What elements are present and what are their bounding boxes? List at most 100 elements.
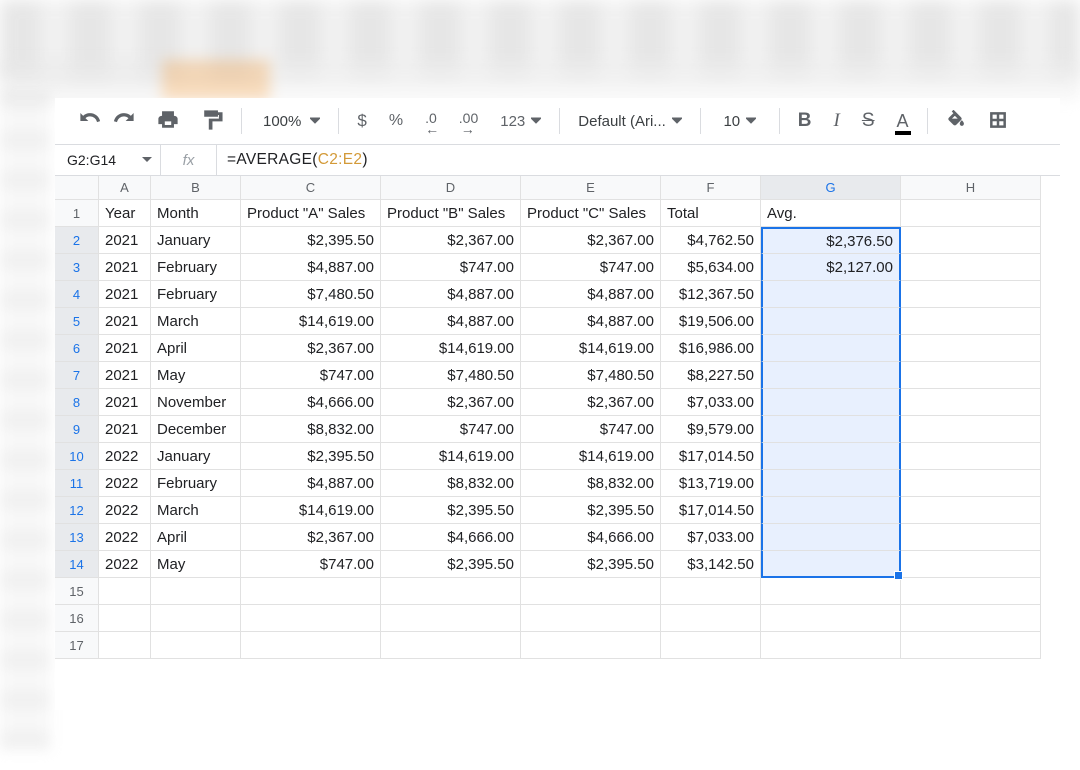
- cell[interactable]: $14,619.00: [381, 443, 521, 470]
- cell[interactable]: $8,227.50: [661, 362, 761, 389]
- cell[interactable]: $2,127.00: [761, 254, 901, 281]
- header-cell[interactable]: Avg.: [761, 200, 901, 227]
- cell[interactable]: [901, 308, 1041, 335]
- cell[interactable]: $2,367.00: [381, 227, 521, 254]
- cell[interactable]: $747.00: [521, 416, 661, 443]
- cell[interactable]: $2,367.00: [241, 335, 381, 362]
- cell[interactable]: $2,367.00: [241, 524, 381, 551]
- cell[interactable]: $2,395.50: [241, 443, 381, 470]
- cell[interactable]: $2,367.00: [381, 389, 521, 416]
- column-header[interactable]: A: [99, 176, 151, 200]
- row-header[interactable]: 5: [55, 308, 99, 335]
- cell[interactable]: [521, 578, 661, 605]
- paint-format-button[interactable]: [195, 104, 229, 139]
- cell[interactable]: $8,832.00: [381, 470, 521, 497]
- column-header[interactable]: E: [521, 176, 661, 200]
- cell[interactable]: [151, 578, 241, 605]
- row-header[interactable]: 8: [55, 389, 99, 416]
- cell[interactable]: March: [151, 497, 241, 524]
- cell[interactable]: $7,480.50: [381, 362, 521, 389]
- row-header[interactable]: 14: [55, 551, 99, 578]
- row-header[interactable]: 1: [55, 200, 99, 227]
- cell[interactable]: [761, 443, 901, 470]
- cell[interactable]: $4,666.00: [241, 389, 381, 416]
- cell[interactable]: $2,376.50: [761, 227, 901, 254]
- cell[interactable]: [901, 632, 1041, 659]
- cell[interactable]: $4,762.50: [661, 227, 761, 254]
- cell[interactable]: $19,506.00: [661, 308, 761, 335]
- cell[interactable]: April: [151, 335, 241, 362]
- cell[interactable]: $14,619.00: [521, 335, 661, 362]
- cell[interactable]: May: [151, 362, 241, 389]
- cell[interactable]: February: [151, 281, 241, 308]
- cell[interactable]: $747.00: [241, 362, 381, 389]
- cell[interactable]: April: [151, 524, 241, 551]
- formula-bar[interactable]: =AVERAGE(C2:E2): [217, 145, 1060, 175]
- cell[interactable]: $4,887.00: [241, 470, 381, 497]
- cell[interactable]: [99, 578, 151, 605]
- cell[interactable]: $17,014.50: [661, 497, 761, 524]
- cell[interactable]: $747.00: [381, 254, 521, 281]
- cell[interactable]: [901, 362, 1041, 389]
- cell[interactable]: January: [151, 443, 241, 470]
- column-header[interactable]: F: [661, 176, 761, 200]
- cell[interactable]: [901, 416, 1041, 443]
- font-size-dropdown[interactable]: 10: [713, 108, 767, 135]
- spreadsheet-grid[interactable]: ABCDEFGH1YearMonthProduct "A" SalesProdu…: [55, 176, 1060, 659]
- cell[interactable]: [521, 632, 661, 659]
- row-header[interactable]: 15: [55, 578, 99, 605]
- cell[interactable]: [151, 605, 241, 632]
- row-header[interactable]: 4: [55, 281, 99, 308]
- cell[interactable]: February: [151, 470, 241, 497]
- cell[interactable]: March: [151, 308, 241, 335]
- cell[interactable]: 2021: [99, 254, 151, 281]
- decrease-decimal-button[interactable]: .0←: [419, 108, 443, 134]
- cell[interactable]: $4,666.00: [381, 524, 521, 551]
- cell[interactable]: $2,367.00: [521, 227, 661, 254]
- row-header[interactable]: 12: [55, 497, 99, 524]
- cell[interactable]: [761, 470, 901, 497]
- cell[interactable]: 2021: [99, 335, 151, 362]
- format-currency-button[interactable]: $: [351, 106, 372, 136]
- cell[interactable]: $2,395.50: [241, 227, 381, 254]
- cell[interactable]: $14,619.00: [241, 308, 381, 335]
- cell[interactable]: January: [151, 227, 241, 254]
- header-cell[interactable]: [901, 200, 1041, 227]
- cell[interactable]: [761, 362, 901, 389]
- cell[interactable]: [761, 308, 901, 335]
- column-header[interactable]: H: [901, 176, 1041, 200]
- cell[interactable]: [901, 497, 1041, 524]
- cell[interactable]: [241, 578, 381, 605]
- redo-button[interactable]: [107, 104, 141, 139]
- cell[interactable]: 2022: [99, 551, 151, 578]
- cell[interactable]: $7,033.00: [661, 524, 761, 551]
- cell[interactable]: $7,033.00: [661, 389, 761, 416]
- undo-button[interactable]: [73, 104, 107, 139]
- row-header[interactable]: 13: [55, 524, 99, 551]
- cell[interactable]: $4,887.00: [381, 308, 521, 335]
- cell[interactable]: $4,887.00: [381, 281, 521, 308]
- cell[interactable]: [99, 632, 151, 659]
- cell[interactable]: $9,579.00: [661, 416, 761, 443]
- cell[interactable]: [901, 389, 1041, 416]
- cell[interactable]: 2021: [99, 362, 151, 389]
- cell[interactable]: [901, 254, 1041, 281]
- cell[interactable]: 2021: [99, 227, 151, 254]
- column-header[interactable]: D: [381, 176, 521, 200]
- cell[interactable]: 2021: [99, 416, 151, 443]
- cell[interactable]: [381, 632, 521, 659]
- cell[interactable]: 2022: [99, 524, 151, 551]
- header-cell[interactable]: Month: [151, 200, 241, 227]
- row-header[interactable]: 7: [55, 362, 99, 389]
- cell[interactable]: [761, 281, 901, 308]
- text-color-button[interactable]: A: [891, 106, 915, 137]
- cell[interactable]: 2022: [99, 443, 151, 470]
- column-header[interactable]: B: [151, 176, 241, 200]
- cell[interactable]: $747.00: [381, 416, 521, 443]
- cell[interactable]: $2,395.50: [381, 551, 521, 578]
- row-header[interactable]: 16: [55, 605, 99, 632]
- cell[interactable]: [761, 551, 901, 578]
- cell[interactable]: $4,887.00: [521, 308, 661, 335]
- cell[interactable]: $747.00: [521, 254, 661, 281]
- header-cell[interactable]: Product "B" Sales: [381, 200, 521, 227]
